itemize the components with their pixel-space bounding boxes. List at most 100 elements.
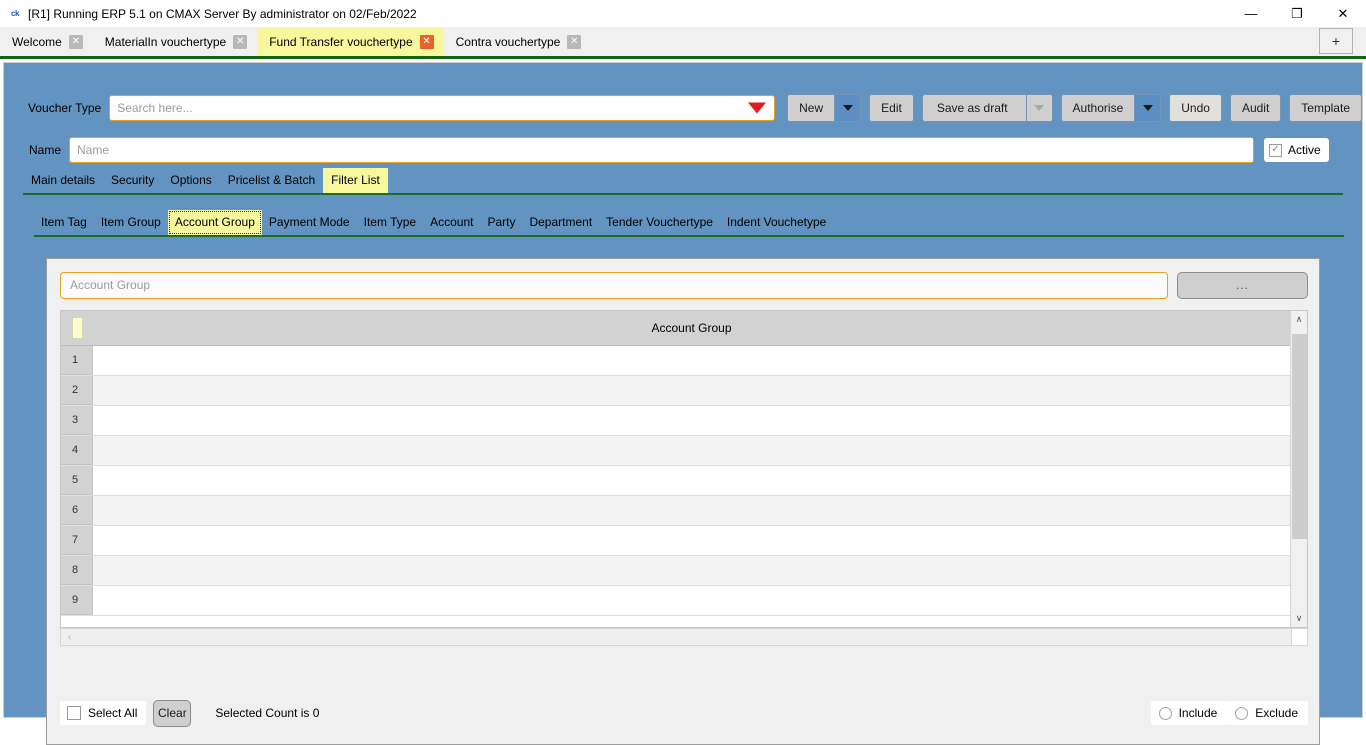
window-controls: — ❐ ✕ bbox=[1228, 0, 1366, 27]
subtab-department[interactable]: Department bbox=[522, 210, 599, 235]
new-tab-button[interactable]: + bbox=[1319, 28, 1353, 54]
clear-button[interactable]: Clear bbox=[153, 700, 191, 727]
name-input[interactable]: Name bbox=[69, 137, 1254, 163]
active-checkbox[interactable]: ✓ Active bbox=[1264, 138, 1329, 162]
select-all-column-icon[interactable] bbox=[72, 317, 83, 339]
filter-list-panel: Account Group ... Account Group 1 2 bbox=[46, 258, 1320, 745]
tab-welcome[interactable]: Welcome ✕ bbox=[0, 27, 93, 56]
authorise-button[interactable]: Authorise bbox=[1061, 94, 1162, 122]
active-checkbox-label: Active bbox=[1288, 143, 1321, 157]
tab-options[interactable]: Options bbox=[162, 168, 219, 193]
authorise-dropdown-icon[interactable] bbox=[1134, 95, 1160, 121]
select-all-label: Select All bbox=[88, 706, 137, 720]
voucher-type-search-input[interactable]: Search here... bbox=[109, 95, 775, 121]
tab-close-icon[interactable]: ✕ bbox=[233, 35, 247, 49]
close-icon[interactable]: ✕ bbox=[1320, 0, 1366, 27]
tab-label: MaterialIn vouchertype bbox=[105, 35, 226, 49]
include-radio[interactable]: Include bbox=[1151, 701, 1228, 725]
tab-fund-transfer-vouchertype[interactable]: Fund Transfer vouchertype ✕ bbox=[257, 27, 443, 56]
table-row[interactable]: 5 bbox=[61, 466, 1290, 496]
account-group-search-placeholder: Account Group bbox=[70, 278, 150, 292]
row-cell-account-group[interactable] bbox=[93, 376, 1290, 405]
scroll-left-icon[interactable]: ‹ bbox=[61, 629, 78, 645]
template-button-label: Template bbox=[1290, 101, 1361, 115]
grid-select-column-header[interactable] bbox=[61, 311, 93, 345]
dropdown-arrow-icon[interactable] bbox=[748, 103, 766, 114]
row-cell-account-group[interactable] bbox=[93, 496, 1290, 525]
select-all-check-icon[interactable] bbox=[67, 706, 81, 720]
minimize-icon[interactable]: — bbox=[1228, 0, 1274, 27]
audit-button[interactable]: Audit bbox=[1230, 94, 1281, 122]
row-number: 6 bbox=[61, 496, 93, 525]
radio-icon[interactable] bbox=[1159, 707, 1172, 720]
account-group-search-input[interactable]: Account Group bbox=[60, 272, 1168, 299]
row-cell-account-group[interactable] bbox=[93, 466, 1290, 495]
table-row[interactable]: 8 bbox=[61, 556, 1290, 586]
row-cell-account-group[interactable] bbox=[93, 406, 1290, 435]
grid-column-header-account-group[interactable]: Account Group bbox=[93, 311, 1290, 345]
scrollbar-corner bbox=[1291, 628, 1308, 646]
undo-button[interactable]: Undo bbox=[1169, 94, 1222, 122]
primary-tabs: Main details Security Options Pricelist … bbox=[23, 168, 1343, 195]
select-all-checkbox[interactable]: Select All bbox=[60, 701, 146, 725]
selected-count-text: Selected Count is 0 bbox=[215, 706, 319, 720]
save-as-draft-label: Save as draft bbox=[923, 101, 1026, 115]
table-row[interactable]: 2 bbox=[61, 376, 1290, 406]
table-row[interactable]: 4 bbox=[61, 436, 1290, 466]
exclude-radio[interactable]: Exclude bbox=[1227, 701, 1308, 725]
grid-header-row: Account Group bbox=[61, 311, 1290, 346]
vertical-scroll-track[interactable] bbox=[1291, 328, 1307, 610]
table-row[interactable]: 3 bbox=[61, 406, 1290, 436]
vertical-scroll-thumb[interactable] bbox=[1292, 334, 1307, 539]
maximize-icon[interactable]: ❐ bbox=[1274, 0, 1320, 27]
edit-button[interactable]: Edit bbox=[869, 94, 914, 122]
grid-horizontal-scrollbar[interactable]: ‹ › bbox=[60, 628, 1308, 646]
row-cell-account-group[interactable] bbox=[93, 346, 1290, 375]
row-cell-account-group[interactable] bbox=[93, 436, 1290, 465]
table-row[interactable]: 9 bbox=[61, 586, 1290, 616]
grid-body: Account Group 1 2 3 4 bbox=[61, 311, 1290, 627]
template-button[interactable]: Template bbox=[1289, 94, 1362, 122]
subtab-indent-vouchetype[interactable]: Indent Vouchetype bbox=[720, 210, 833, 235]
save-as-draft-button[interactable]: Save as draft bbox=[922, 94, 1053, 122]
grid-vertical-scrollbar[interactable]: ∧ ∨ bbox=[1290, 311, 1307, 627]
audit-button-label: Audit bbox=[1231, 101, 1280, 115]
browse-button[interactable]: ... bbox=[1177, 272, 1308, 299]
subtab-item-tag[interactable]: Item Tag bbox=[34, 210, 94, 235]
subtab-payment-mode[interactable]: Payment Mode bbox=[262, 210, 357, 235]
new-dropdown-icon[interactable] bbox=[834, 95, 860, 121]
save-as-draft-dropdown-icon[interactable] bbox=[1026, 95, 1052, 121]
new-tab-area: + bbox=[1319, 28, 1353, 54]
horizontal-scroll-track[interactable] bbox=[78, 629, 1290, 645]
row-cell-account-group[interactable] bbox=[93, 586, 1290, 615]
scroll-down-icon[interactable]: ∨ bbox=[1291, 610, 1307, 627]
name-row: Name Name ✓ Active bbox=[4, 133, 1362, 167]
tab-close-icon[interactable]: ✕ bbox=[420, 35, 434, 49]
table-row[interactable]: 6 bbox=[61, 496, 1290, 526]
tab-security[interactable]: Security bbox=[103, 168, 162, 193]
row-cell-account-group[interactable] bbox=[93, 526, 1290, 555]
row-cell-account-group[interactable] bbox=[93, 556, 1290, 585]
tab-main-details[interactable]: Main details bbox=[23, 168, 103, 193]
tab-close-icon[interactable]: ✕ bbox=[69, 35, 83, 49]
tab-contra-vouchertype[interactable]: Contra vouchertype ✕ bbox=[444, 27, 592, 56]
scroll-up-icon[interactable]: ∧ bbox=[1291, 311, 1307, 328]
tab-pricelist-and-batch[interactable]: Pricelist & Batch bbox=[220, 168, 323, 193]
new-button[interactable]: New bbox=[787, 94, 861, 122]
account-group-grid: Account Group 1 2 3 4 bbox=[60, 310, 1308, 628]
tab-close-icon[interactable]: ✕ bbox=[567, 35, 581, 49]
subtab-item-group[interactable]: Item Group bbox=[94, 210, 168, 235]
tab-filter-list[interactable]: Filter List bbox=[323, 168, 388, 193]
subtab-tender-vouchertype[interactable]: Tender Vouchertype bbox=[599, 210, 720, 235]
tab-label: Contra vouchertype bbox=[456, 35, 561, 49]
subtab-account[interactable]: Account bbox=[423, 210, 480, 235]
subtab-account-group[interactable]: Account Group bbox=[168, 210, 262, 235]
radio-icon[interactable] bbox=[1235, 707, 1248, 720]
tab-materialin-vouchertype[interactable]: MaterialIn vouchertype ✕ bbox=[93, 27, 257, 56]
authorise-button-label: Authorise bbox=[1062, 101, 1135, 115]
tab-label: Welcome bbox=[12, 35, 62, 49]
subtab-party[interactable]: Party bbox=[480, 210, 522, 235]
subtab-item-type[interactable]: Item Type bbox=[357, 210, 423, 235]
table-row[interactable]: 1 bbox=[61, 346, 1290, 376]
table-row[interactable]: 7 bbox=[61, 526, 1290, 556]
